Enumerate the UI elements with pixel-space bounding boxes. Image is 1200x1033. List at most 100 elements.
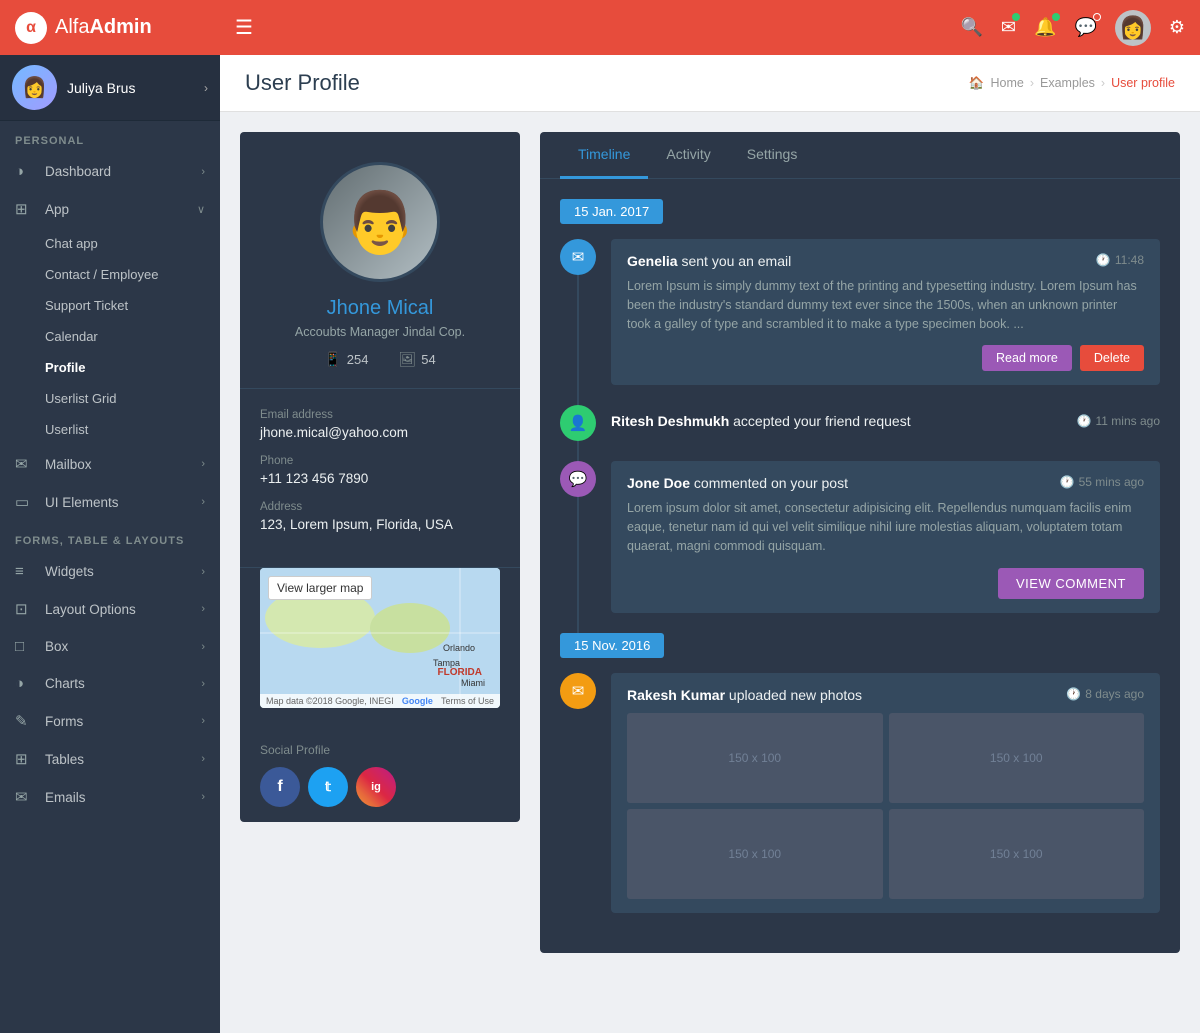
content-area: User Profile 🏠 Home › Examples › User pr… — [220, 55, 1200, 1033]
ui-elements-icon: ▭ — [15, 493, 35, 511]
timeline-card-comment: Jone Doe commented on your post 🕐 55 min… — [611, 461, 1160, 612]
view-comment-button[interactable]: VIEW COMMENT — [998, 568, 1144, 599]
sidebar-item-userlist[interactable]: Userlist — [0, 414, 220, 445]
timeline-friend-title: Ritesh Deshmukh accepted your friend req… — [611, 413, 911, 429]
map-view-larger-button[interactable]: View larger map — [268, 576, 372, 600]
sidebar-item-widgets[interactable]: ≡ Widgets › — [0, 553, 220, 590]
twitter-button[interactable]: 𝕥 — [308, 767, 348, 807]
sidebar-label-ui-elements: UI Elements — [45, 495, 119, 510]
emails-icon: ✉ — [15, 788, 35, 806]
main-layout: 👩 Juliya Brus › PERSONAL ◑ Dashboard › ⊞… — [0, 55, 1200, 1033]
sidebar-item-profile[interactable]: Profile — [0, 352, 220, 383]
timeline-item-comment: 💬 Jone Doe commented on your post 🕐 55 m… — [560, 461, 1160, 612]
tab-timeline[interactable]: Timeline — [560, 132, 648, 179]
facebook-button[interactable]: f — [260, 767, 300, 807]
bell-nav-icon[interactable]: 🔔 — [1034, 17, 1056, 38]
sidebar-label-app: App — [45, 202, 69, 217]
date-badge-1: 15 Jan. 2017 — [560, 199, 663, 224]
timeline-card-email: Genelia sent you an email 🕐 11:48 Lorem … — [611, 239, 1160, 385]
map-footer: Map data ©2018 Google, INEGI Google Term… — [260, 694, 500, 708]
timeline-friend-action: accepted your friend request — [729, 413, 910, 429]
tab-activity[interactable]: Activity — [648, 132, 728, 179]
profile-title: Accoubts Manager Jindal Cop. — [295, 325, 465, 339]
top-navbar: α AlfaAdmin ☰ 🔍 ✉ 🔔 💬 👩 ⚙ — [0, 0, 1200, 55]
photo-4: 150 x 100 — [889, 809, 1145, 899]
sidebar-item-dashboard[interactable]: ◑ Dashboard › — [0, 153, 220, 190]
sidebar-label-mailbox: Mailbox — [45, 457, 92, 472]
instagram-button[interactable]: ig — [356, 767, 396, 807]
layout-icon: ⊡ — [15, 600, 35, 618]
map-city-orlando: Orlando — [443, 643, 475, 653]
address-label: Address — [260, 501, 500, 513]
profile-card: 👨 Jhone Mical Accoubts Manager Jindal Co… — [240, 132, 520, 822]
sidebar-item-forms[interactable]: ✎ Forms › — [0, 702, 220, 740]
user-panel-name: Juliya Brus — [67, 80, 204, 96]
map-city-miami: Miami — [461, 678, 485, 688]
mail-badge — [1012, 13, 1020, 21]
sidebar-item-contact-employee[interactable]: Contact / Employee — [0, 259, 220, 290]
timeline-photos-time: 🕐 8 days ago — [1066, 687, 1144, 701]
delete-button[interactable]: Delete — [1080, 345, 1144, 371]
sidebar-label-layout: Layout Options — [45, 602, 136, 617]
sidebar-item-chat-app[interactable]: Chat app — [0, 228, 220, 259]
date-badge-2: 15 Nov. 2016 — [560, 633, 664, 658]
hamburger-icon[interactable]: ☰ — [235, 15, 253, 40]
clock-icon-1: 🕐 — [1096, 253, 1111, 267]
settings-nav-icon[interactable]: ⚙ — [1169, 17, 1185, 38]
sidebar-item-emails[interactable]: ✉ Emails › — [0, 778, 220, 816]
dashboard-icon: ◑ — [15, 163, 35, 180]
box-arrow: › — [201, 641, 205, 653]
timeline-photos-header: Rakesh Kumar uploaded new photos 🕐 8 day… — [627, 687, 1144, 703]
user-panel[interactable]: 👩 Juliya Brus › — [0, 55, 220, 121]
dashboard-arrow: › — [201, 166, 205, 178]
sidebar-item-mailbox[interactable]: ✉ Mailbox › — [0, 445, 220, 483]
sidebar-item-app[interactable]: ⊞ App ∨ — [0, 190, 220, 228]
tables-icon: ⊞ — [15, 750, 35, 768]
sidebar-item-box[interactable]: □ Box › — [0, 628, 220, 665]
forms-arrow: › — [201, 715, 205, 727]
sidebar-label-emails: Emails — [45, 790, 86, 805]
sidebar-item-layout-options[interactable]: ⊡ Layout Options › — [0, 590, 220, 628]
timeline-comment-time: 🕐 55 mins ago — [1060, 475, 1144, 489]
clock-icon-3: 🕐 — [1060, 475, 1075, 489]
layout-arrow: › — [201, 603, 205, 615]
read-more-button[interactable]: Read more — [982, 345, 1072, 371]
user-avatar-nav[interactable]: 👩 — [1115, 10, 1151, 46]
profile-stats: 📱 254 🖼 54 — [324, 351, 435, 368]
sidebar-label-tables: Tables — [45, 752, 84, 767]
sidebar-item-ui-elements[interactable]: ▭ UI Elements › — [0, 483, 220, 521]
timeline-email-body: Lorem Ipsum is simply dummy text of the … — [627, 277, 1144, 333]
sidebar-item-userlist-grid[interactable]: Userlist Grid — [0, 383, 220, 414]
timeline-dot-comment: 💬 — [560, 461, 596, 497]
timeline-comment-body: Lorem ipsum dolor sit amet, consectetur … — [627, 499, 1144, 555]
chat-badge — [1093, 13, 1101, 21]
search-nav-icon[interactable]: 🔍 — [961, 17, 983, 38]
ui-elements-arrow: › — [201, 496, 205, 508]
timeline-email-time: 🕐 11:48 — [1096, 253, 1144, 267]
page-title: User Profile — [245, 70, 360, 96]
timeline-card-comment-header: Jone Doe commented on your post 🕐 55 min… — [627, 475, 1144, 491]
profile-name: Jhone Mical — [327, 297, 434, 320]
app-icon: ⊞ — [15, 200, 35, 218]
breadcrumb-home-icon: 🏠 — [969, 76, 985, 91]
tab-settings[interactable]: Settings — [729, 132, 816, 179]
following-icon: 🖼 — [398, 351, 416, 368]
brand: α AlfaAdmin — [15, 12, 235, 44]
sidebar-item-tables[interactable]: ⊞ Tables › — [0, 740, 220, 778]
sidebar-item-calendar[interactable]: Calendar — [0, 321, 220, 352]
mail-nav-icon[interactable]: ✉ — [1001, 17, 1016, 38]
sidebar-item-support-ticket[interactable]: Support Ticket — [0, 290, 220, 321]
breadcrumb-section[interactable]: Examples — [1040, 76, 1095, 90]
photo-3: 150 x 100 — [627, 809, 883, 899]
phone-label: Phone — [260, 455, 500, 467]
breadcrumb-home[interactable]: Home — [991, 76, 1024, 90]
following-stat: 🖼 54 — [398, 351, 435, 368]
sidebar-section-forms: FORMS, TABLE & LAYOUTS — [0, 521, 220, 553]
mailbox-icon: ✉ — [15, 455, 35, 473]
sidebar-item-charts[interactable]: ◑ Charts › — [0, 665, 220, 702]
chat-nav-icon[interactable]: 💬 — [1074, 17, 1096, 38]
timeline-friend-content: Ritesh Deshmukh accepted your friend req… — [611, 405, 1160, 441]
app-arrow: ∨ — [197, 203, 205, 216]
user-panel-avatar: 👩 — [12, 65, 57, 110]
map-visual: View larger map FLORIDA Orlando Tampa Mi… — [260, 568, 500, 708]
